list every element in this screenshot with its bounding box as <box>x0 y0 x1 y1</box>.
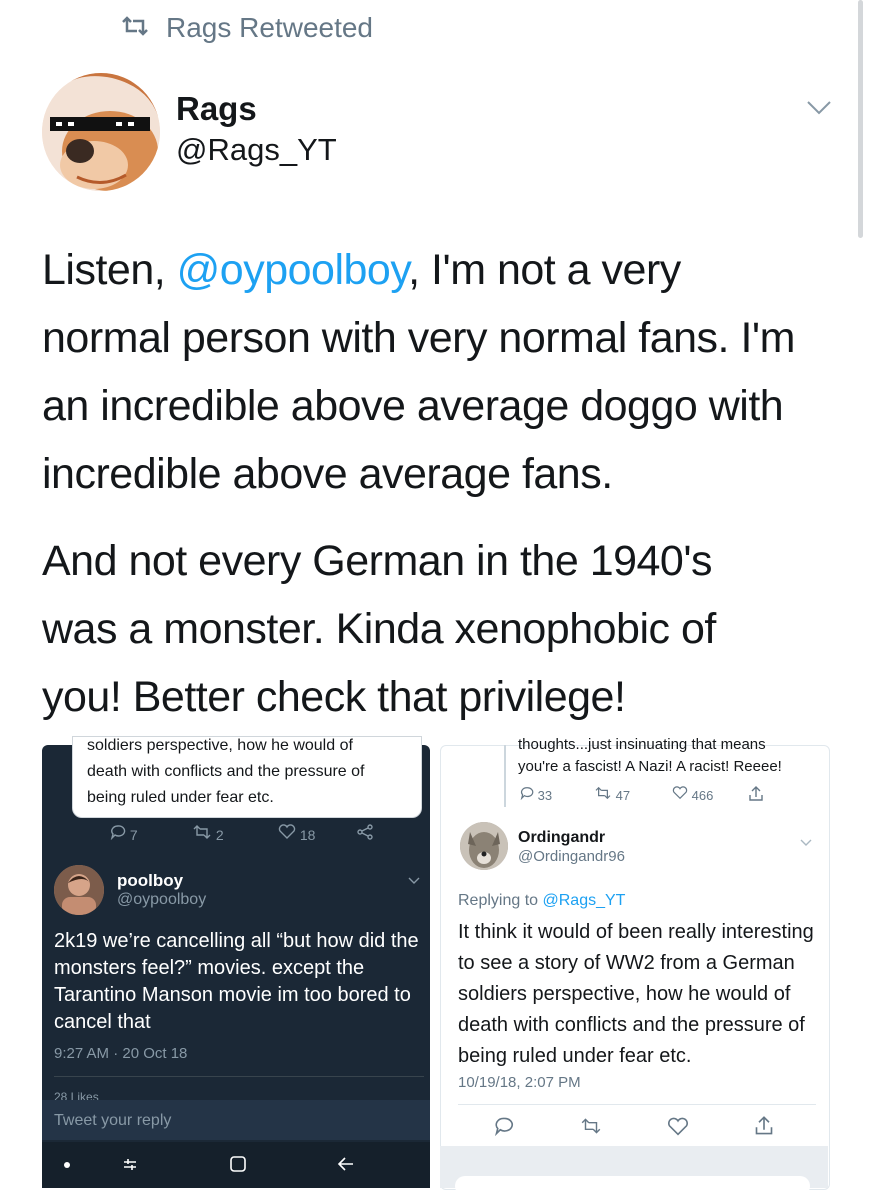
thread-line <box>504 745 506 807</box>
reply-input[interactable]: Tweet your reply <box>54 1112 171 1130</box>
chevron-down-icon[interactable] <box>800 834 812 852</box>
share-icon[interactable] <box>748 786 764 807</box>
tweet-line: was a monster. Kinda xenophobic of <box>42 605 716 653</box>
mention-link[interactable]: @oypoolboy <box>177 246 409 294</box>
tweet-body: 2k19 we’re cancelling all “but how did t… <box>54 930 419 1033</box>
tweet-paragraph-2: And not every German in the 1940's was a… <box>42 527 842 731</box>
quoted-tweet-card[interactable]: soldiers perspective, how he would of de… <box>72 736 422 818</box>
retweet-count: 2 <box>215 827 224 843</box>
mention-link[interactable]: @Rags_YT <box>543 892 626 909</box>
back-arrow-icon[interactable] <box>336 1154 356 1179</box>
retweet-icon <box>595 786 611 800</box>
tweet-line: incredible above average fans. <box>42 450 613 498</box>
reply-action[interactable]: 33 <box>520 786 552 803</box>
tweet-text: , I'm not a very <box>408 246 681 294</box>
retweet-count: 47 <box>615 788 631 803</box>
quoted-line: being ruled under fear etc. <box>87 789 274 806</box>
reply-icon <box>110 825 126 841</box>
reply-icon[interactable] <box>494 1116 514 1141</box>
replying-label: Replying to <box>458 892 543 909</box>
quoted-line: death with conflicts and the pressure of <box>87 763 365 780</box>
retweet-action[interactable]: 2 <box>192 824 224 843</box>
avatar[interactable] <box>460 822 508 870</box>
tweet-line: Listen, @oypoolboy, I'm not a very <box>42 236 842 304</box>
dot-icon[interactable] <box>64 1162 70 1168</box>
retweet-icon <box>193 825 211 839</box>
retweet-context: Rags Retweeted <box>120 12 373 44</box>
reply-count: 7 <box>129 827 138 843</box>
quoted-line: soldiers perspective, how he would of <box>87 737 353 754</box>
heart-icon <box>278 824 296 839</box>
tweet-line: you! Better check that privilege! <box>42 673 626 721</box>
retweet-context-label: Rags Retweeted <box>166 12 374 43</box>
like-action[interactable]: 18 <box>278 824 315 843</box>
tweet-line: normal person with very normal fans. I'm <box>42 314 795 362</box>
user-name[interactable]: Ordingandr <box>518 829 605 847</box>
reply-count: 33 <box>537 788 553 803</box>
reply-input[interactable] <box>455 1176 810 1196</box>
timestamp: 10/19/18, 2:07 PM <box>458 1074 581 1091</box>
home-icon[interactable] <box>228 1154 248 1179</box>
tweet-line: to see a story of WW2 from a German <box>458 952 795 974</box>
like-count: 466 <box>691 788 714 803</box>
tweet-line: an incredible above average doggo with <box>42 382 784 430</box>
replying-to: Replying to @Rags_YT <box>458 892 625 910</box>
like-count: 18 <box>299 827 316 843</box>
tweet-line: soldiers perspective, how he would of <box>458 983 791 1005</box>
tweet-line: It think it would of been really interes… <box>458 921 814 943</box>
reply-action[interactable]: 7 <box>110 824 138 843</box>
recents-icon[interactable] <box>120 1154 140 1179</box>
author-handle[interactable]: @Rags_YT <box>176 132 337 168</box>
share-icon[interactable] <box>356 824 374 845</box>
author-avatar[interactable] <box>42 73 160 191</box>
tweet-text: Listen, <box>42 246 177 294</box>
divider <box>54 1076 424 1077</box>
android-nav-bar <box>42 1142 430 1188</box>
chevron-down-icon[interactable] <box>408 872 420 890</box>
reply-bar[interactable]: Tweet your reply <box>42 1100 430 1140</box>
timestamp: 9:27 AM · 20 Oct 18 <box>54 1045 188 1062</box>
share-icon[interactable] <box>754 1116 774 1141</box>
retweet-icon <box>120 12 150 44</box>
tweet-body: It think it would of been really interes… <box>458 917 818 1072</box>
tweet-line: being ruled under fear etc. <box>458 1045 692 1067</box>
reply-icon <box>520 787 534 801</box>
chevron-down-icon[interactable] <box>806 100 832 121</box>
author-name[interactable]: Rags <box>176 90 257 128</box>
user-handle[interactable]: @Ordingandr96 <box>518 848 625 865</box>
user-name[interactable]: poolboy <box>117 871 183 891</box>
heart-icon <box>672 786 688 800</box>
retweet-icon[interactable] <box>580 1117 602 1140</box>
avatar[interactable] <box>54 865 104 915</box>
divider <box>458 1104 816 1105</box>
tweet-line: And not every German in the 1940's <box>42 537 713 585</box>
quoted-line: you're a fascist! A Nazi! A racist! Reee… <box>518 758 782 775</box>
tweet-paragraph-1: Listen, @oypoolboy, I'm not a very norma… <box>42 236 842 508</box>
scrollbar[interactable] <box>858 0 863 238</box>
heart-icon[interactable] <box>667 1117 689 1142</box>
tweet-line: death with conflicts and the pressure of <box>458 1014 805 1036</box>
quoted-line: thoughts...just insinuating that means <box>518 736 766 753</box>
retweet-action[interactable]: 47 <box>594 786 630 803</box>
like-action[interactable]: 466 <box>672 786 713 803</box>
user-handle[interactable]: @oypoolboy <box>117 891 206 909</box>
